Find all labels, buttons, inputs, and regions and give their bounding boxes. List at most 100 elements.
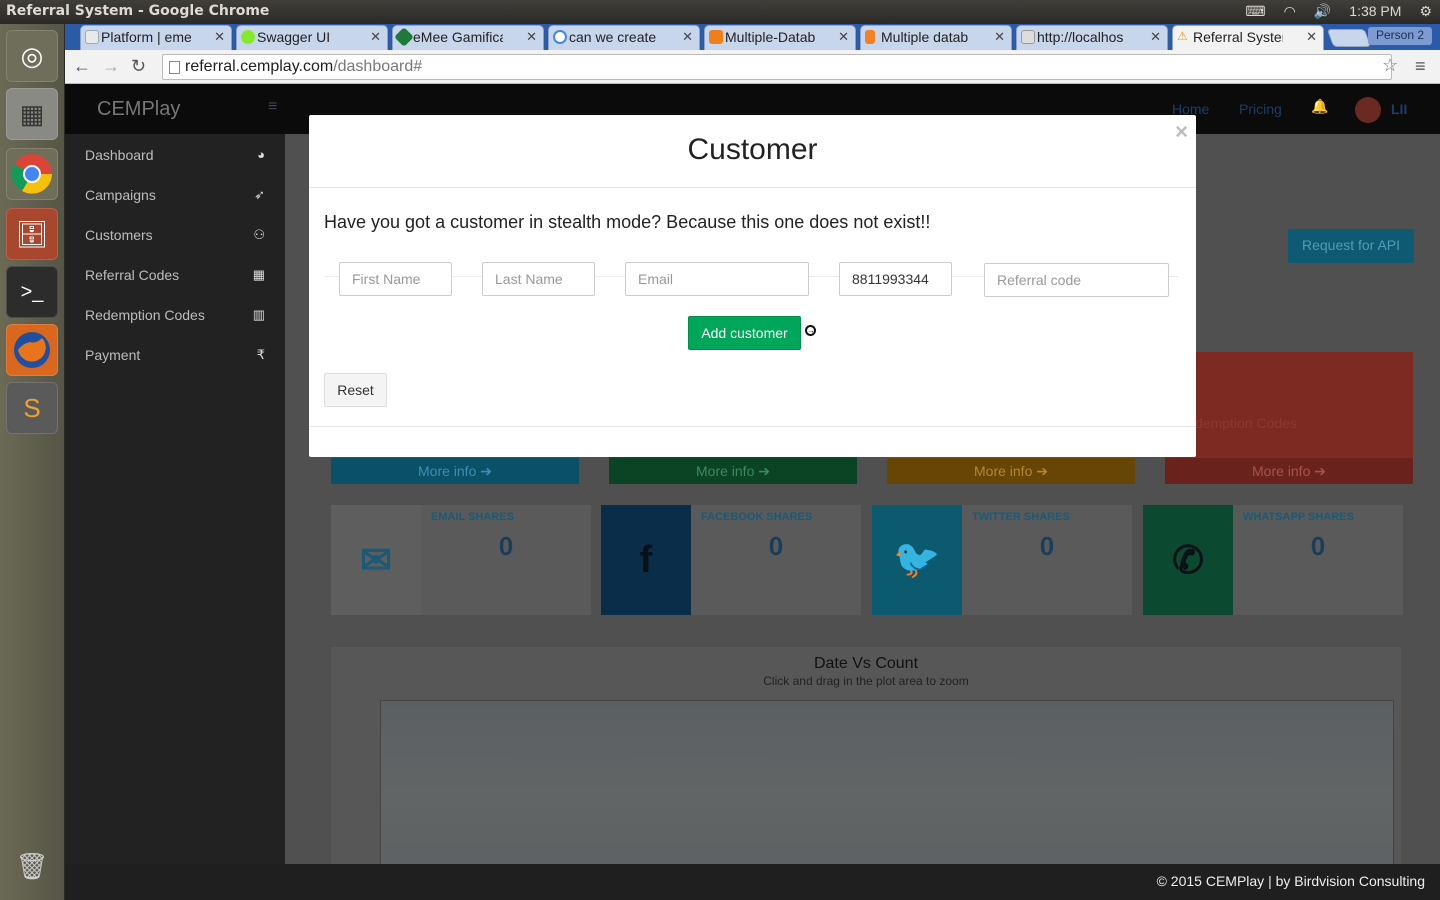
browser-toolbar: ← → ↻ referral.cemplay.com/dashboard# ☆ … <box>65 50 1440 84</box>
last-name-field[interactable] <box>482 262 595 296</box>
share-count: 0 <box>1039 531 1055 561</box>
new-tab-button[interactable] <box>1326 29 1372 47</box>
profile-button[interactable]: Person 2 <box>1367 27 1432 45</box>
tab-close-icon[interactable]: ✕ <box>682 29 693 45</box>
tab-referral-system[interactable]: ⚠ Referral Systen ✕ <box>1172 25 1324 50</box>
blog-icon <box>709 30 723 44</box>
warning-icon: ⚠ <box>1177 29 1188 43</box>
more-info-link[interactable]: More info ➔ <box>1165 458 1413 484</box>
sidebar-item-payment[interactable]: Payment ₹ <box>85 347 265 371</box>
chrome-icon[interactable] <box>6 148 58 200</box>
sublime-text-icon[interactable]: S <box>6 382 58 434</box>
firefox-icon[interactable] <box>6 324 58 376</box>
modal-footer-divider <box>309 426 1196 427</box>
sidebar-item-campaigns[interactable]: Campaigns ➶ <box>85 187 265 211</box>
twitter-shares-card: 🐦 TWITTER SHARES 0 <box>872 505 1132 615</box>
tab-platform[interactable]: Platform | eme ✕ <box>80 25 232 50</box>
tab-close-icon[interactable]: ✕ <box>1306 29 1317 45</box>
reload-icon[interactable]: ↻ <box>131 56 146 77</box>
stackoverflow-icon <box>865 30 875 44</box>
terminal-icon[interactable]: >_ <box>6 266 58 318</box>
rocket-icon: ➶ <box>254 187 265 202</box>
bell-icon[interactable]: 🔔 <box>1311 98 1328 115</box>
phone-field[interactable] <box>839 262 952 296</box>
more-info-link[interactable]: More info ➔ <box>331 458 579 484</box>
address-bar[interactable]: referral.cemplay.com/dashboard# <box>162 54 1392 80</box>
chrome-logo <box>11 154 52 194</box>
chart-plot-area[interactable] <box>380 700 1394 864</box>
page-info-icon[interactable] <box>169 61 180 74</box>
whatsapp-icon: ✆ <box>1143 505 1233 615</box>
tab-strip: Platform | eme ✕ Swagger UI ✕ eMee Gamif… <box>65 24 1440 50</box>
close-icon[interactable]: × <box>1175 119 1188 145</box>
sidebar-item-label: Dashboard <box>85 147 154 163</box>
error-message: Have you got a customer in stealth mode?… <box>324 212 931 232</box>
firefox-logo <box>14 332 50 368</box>
clock[interactable]: 1:38 PM <box>1349 3 1401 20</box>
first-name-field[interactable] <box>339 262 452 296</box>
wifi-icon[interactable]: ◠ <box>1284 3 1296 20</box>
date-vs-count-chart: Date Vs Count Click and drag in the plot… <box>331 647 1401 864</box>
forward-arrow-icon[interactable]: → <box>102 56 120 77</box>
twitter-icon: 🐦 <box>872 505 962 615</box>
tab-multiple-database[interactable]: Multiple-Datab ✕ <box>704 25 856 50</box>
sidebar-item-label: Payment <box>85 347 141 363</box>
sidebar-item-redemption-codes[interactable]: Redemption Codes ▥ <box>85 307 265 331</box>
sidebar-item-dashboard[interactable]: Dashboard ◕ <box>85 147 265 171</box>
trash-icon[interactable]: 🗑 <box>6 840 58 892</box>
tab-localhost[interactable]: http://localhos ✕ <box>1016 25 1168 50</box>
mouse-cursor-icon: → <box>805 325 816 336</box>
share-label: WHATSAPP SHARES <box>1243 511 1354 523</box>
calculator-icon[interactable]: ▦ <box>6 88 58 140</box>
facebook-icon: f <box>601 505 691 615</box>
keyboard-icon[interactable]: ⌨ <box>1245 3 1265 20</box>
tab-close-icon[interactable]: ✕ <box>838 29 849 45</box>
emee-icon <box>85 30 99 44</box>
avatar[interactable] <box>1355 97 1381 123</box>
window-title: Referral System - Google Chrome <box>6 3 270 19</box>
sidebar-item-customers[interactable]: Customers ⚇ <box>85 227 265 251</box>
volume-icon[interactable]: 🔊 <box>1314 3 1331 20</box>
share-count: 0 <box>768 531 784 561</box>
customer-modal: Customer × Have you got a customer in st… <box>309 115 1196 457</box>
tab-close-icon[interactable]: ✕ <box>214 29 225 45</box>
brand-logo[interactable]: CEMPlay <box>97 98 180 121</box>
sidebar-item-referral-codes[interactable]: Referral Codes ▦ <box>85 267 265 291</box>
envelope-icon: ✉ <box>331 505 421 615</box>
nav-pricing-link[interactable]: Pricing <box>1239 101 1282 117</box>
tab-close-icon[interactable]: ✕ <box>370 29 381 45</box>
tab-emee-gamification[interactable]: eMee Gamifica ✕ <box>392 25 544 50</box>
modal-header-divider <box>309 187 1196 188</box>
share-label: TWITTER SHARES <box>972 511 1070 523</box>
add-customer-button[interactable]: Add customer <box>688 316 801 350</box>
dashboard-icon: ◕ <box>257 147 265 162</box>
more-info-link[interactable]: More info ➔ <box>887 458 1135 484</box>
rupee-icon: ₹ <box>256 347 265 362</box>
tab-multiple-datab-so[interactable]: Multiple datab ✕ <box>860 25 1012 50</box>
tab-close-icon[interactable]: ✕ <box>526 29 537 45</box>
facebook-shares-card: f FACEBOOK SHARES 0 <box>601 505 861 615</box>
stat-box-label: demption Codes <box>1195 415 1297 431</box>
referral-code-field[interactable] <box>984 263 1169 297</box>
file-manager-icon[interactable]: 🗄 <box>6 208 58 260</box>
settings-gear-icon[interactable]: ⚙ <box>1419 3 1432 20</box>
more-info-link[interactable]: More info ➔ <box>609 458 857 484</box>
tab-google-search[interactable]: can we create t ✕ <box>548 25 700 50</box>
modal-title: Customer <box>687 133 818 166</box>
back-arrow-icon[interactable]: ← <box>73 56 91 77</box>
bookmark-star-icon[interactable]: ☆ <box>1382 55 1398 76</box>
email-field[interactable] <box>625 262 809 296</box>
request-api-button[interactable]: Request for API <box>1288 229 1414 263</box>
tab-close-icon[interactable]: ✕ <box>1150 29 1161 45</box>
ubuntu-icon[interactable]: ◎ <box>6 30 58 82</box>
reset-button[interactable]: Reset <box>324 373 387 407</box>
launcher: ◎ ▦ 🗄 >_ S 🗑 <box>0 24 65 900</box>
sidebar-item-label: Campaigns <box>85 187 156 203</box>
sidebar-item-label: Customers <box>85 227 153 243</box>
tab-close-icon[interactable]: ✕ <box>994 29 1005 45</box>
stat-box-redemption-codes: demption Codes More info ➔ <box>1165 352 1413 484</box>
chrome-menu-icon[interactable]: ≡ <box>1415 56 1426 77</box>
tab-swagger[interactable]: Swagger UI ✕ <box>236 25 388 50</box>
user-name[interactable]: LII <box>1391 101 1407 117</box>
sidebar-toggle-icon[interactable]: ≡ <box>268 98 277 116</box>
